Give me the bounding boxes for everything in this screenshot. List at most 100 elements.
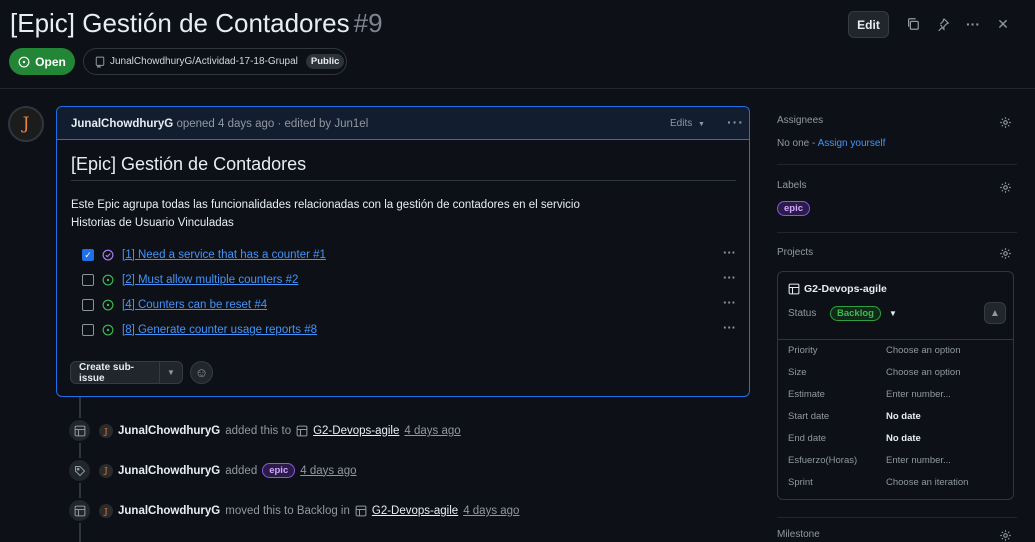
task-checkbox[interactable]: ✓ — [82, 249, 94, 261]
avatar[interactable]: J — [99, 424, 113, 438]
project-field-end-date[interactable]: End date No date — [788, 433, 1003, 444]
header-divider — [0, 88, 1035, 89]
field-key: Size — [788, 367, 807, 378]
project-table-icon — [67, 418, 92, 443]
event-actor[interactable]: JunalChowdhuryG — [118, 505, 220, 517]
field-key: Start date — [788, 411, 830, 422]
timeline-event: J JunalChowdhuryG moved this to Backlog … — [99, 504, 519, 518]
project-table-icon — [67, 498, 92, 523]
label-badge[interactable]: epic — [777, 201, 811, 216]
avatar[interactable]: J — [8, 106, 44, 142]
project-name[interactable]: G2-Devops-agile — [788, 283, 887, 295]
event-time[interactable]: 4 days ago — [404, 425, 460, 437]
event-time[interactable]: 4 days ago — [300, 465, 356, 477]
create-sub-issue-button[interactable]: Create sub-issue ▼ — [70, 361, 183, 384]
label-badge[interactable]: epic — [262, 463, 296, 478]
issue-number: #9 — [353, 8, 383, 38]
gear-icon[interactable] — [998, 246, 1012, 260]
issue-open-icon — [102, 299, 114, 311]
issue-title-text: [Epic] Gestión de Contadores — [10, 8, 350, 38]
repo-name: JunalChowdhuryG/Actividad-17-18-Grupal — [110, 56, 298, 67]
milestone-heading: Milestone — [777, 529, 820, 540]
field-value: Choose an option — [886, 345, 961, 356]
event-project-link[interactable]: G2-Devops-agile — [313, 425, 399, 437]
create-sub-issue-label: Create sub-issue — [71, 362, 160, 384]
task-link[interactable]: [2] Must allow multiple counters #2 — [122, 274, 298, 286]
assign-yourself-link[interactable]: Assign yourself — [818, 138, 886, 149]
caret-down-icon[interactable]: ▼ — [889, 309, 897, 318]
task-link[interactable]: [8] Generate counter usage reports #8 — [122, 324, 317, 336]
task-menu-icon[interactable]: ··· — [723, 320, 736, 335]
avatar[interactable]: J — [99, 463, 113, 478]
project-status: Status Backlog ▼ — [788, 306, 897, 321]
project-field-esfuerzo[interactable]: Esfuerzo(Horas) Enter number... — [788, 455, 1003, 466]
close-icon[interactable]: ✕ — [995, 16, 1011, 32]
field-value: No date — [886, 433, 921, 444]
avatar[interactable]: J — [99, 504, 113, 518]
labels-heading: Labels — [777, 180, 807, 191]
project-field-priority[interactable]: Priority Choose an option — [788, 345, 1003, 356]
project-field-start-date[interactable]: Start date No date — [788, 411, 1003, 422]
visibility-badge: Public — [305, 54, 345, 69]
project-table-icon — [788, 283, 800, 295]
task-item: ✓ [1] Need a service that has a counter … — [82, 245, 326, 265]
event-actor[interactable]: JunalChowdhuryG — [118, 425, 220, 437]
pin-icon[interactable] — [935, 16, 951, 32]
task-item: [8] Generate counter usage reports #8 — [82, 320, 317, 340]
field-value: Enter number... — [886, 389, 951, 400]
comment-author[interactable]: JunalChowdhuryG — [71, 118, 173, 130]
gear-icon[interactable] — [998, 528, 1012, 542]
comment-menu-icon[interactable]: ··· — [727, 114, 744, 130]
event-actor[interactable]: JunalChowdhuryG — [118, 465, 220, 477]
task-checkbox[interactable] — [82, 299, 94, 311]
edits-dropdown[interactable]: Edits ▼ — [670, 118, 705, 129]
gear-icon[interactable] — [998, 115, 1012, 129]
task-link[interactable]: [4] Counters can be reset #4 — [122, 299, 267, 311]
body-heading: [Epic] Gestión de Contadores — [71, 154, 307, 174]
issue-open-icon — [102, 274, 114, 286]
project-field-estimate[interactable]: Estimate Enter number... — [788, 389, 1003, 400]
task-checkbox[interactable] — [82, 274, 94, 286]
field-key: Esfuerzo(Horas) — [788, 455, 858, 466]
issue-closed-icon — [102, 249, 114, 261]
field-key: Estimate — [788, 389, 825, 400]
status-badge-label: Open — [35, 54, 66, 69]
chevron-down-icon[interactable]: ▼ — [160, 368, 182, 377]
comment-author-line: JunalChowdhuryG opened 4 days ago · edit… — [71, 118, 368, 130]
event-action: moved this to Backlog in — [225, 505, 350, 517]
assignees-none: No one - — [777, 138, 816, 149]
task-checkbox[interactable] — [82, 324, 94, 336]
status-badge: Open — [9, 48, 75, 75]
task-menu-icon[interactable]: ··· — [723, 295, 736, 310]
task-menu-icon[interactable]: ··· — [723, 245, 736, 260]
timeline-event: J JunalChowdhuryG added this to G2-Devop… — [99, 424, 461, 438]
chevron-up-icon[interactable]: ▲ — [984, 302, 1006, 324]
project-field-sprint[interactable]: Sprint Choose an iteration — [788, 477, 1003, 488]
field-value: Choose an iteration — [886, 477, 969, 488]
gear-icon[interactable] — [998, 180, 1012, 194]
project-table-icon — [296, 425, 308, 437]
add-reaction-icon[interactable]: ☺ — [190, 361, 213, 384]
sidebar-divider — [777, 517, 1017, 518]
task-menu-icon[interactable]: ··· — [723, 270, 736, 285]
more-options-icon[interactable]: ··· — [965, 16, 981, 32]
task-item: [4] Counters can be reset #4 — [82, 295, 267, 315]
event-project-link[interactable]: G2-Devops-agile — [372, 505, 458, 517]
assignees-heading: Assignees — [777, 115, 824, 126]
project-field-size[interactable]: Size Choose an option — [788, 367, 1003, 378]
event-time[interactable]: 4 days ago — [463, 505, 519, 517]
edit-button[interactable]: Edit — [848, 11, 889, 38]
field-value: Enter number... — [886, 455, 951, 466]
copy-icon[interactable] — [905, 16, 921, 32]
timeline-event: J JunalChowdhuryG added epic 4 days ago — [99, 463, 357, 478]
field-key: Priority — [788, 345, 818, 356]
event-action: added — [225, 464, 258, 477]
sidebar-divider — [777, 164, 1017, 165]
status-value[interactable]: Backlog — [830, 306, 881, 321]
issue-open-icon — [18, 56, 30, 67]
status-label: Status — [788, 308, 817, 319]
repo-pill[interactable]: JunalChowdhuryG/Actividad-17-18-Grupal P… — [83, 48, 347, 75]
tag-icon — [67, 458, 92, 483]
task-link[interactable]: [1] Need a service that has a counter #1 — [122, 249, 326, 261]
issue-body-comment: JunalChowdhuryG opened 4 days ago · edit… — [56, 106, 750, 397]
